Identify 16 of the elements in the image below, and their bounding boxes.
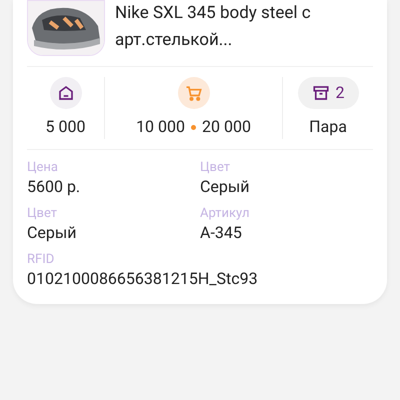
range-from: 10 000 — [136, 116, 185, 138]
unit-label: Пара — [309, 116, 347, 138]
field-label: Цвет — [200, 160, 232, 176]
field-value: А-345 — [200, 222, 243, 244]
field-value: 0102100086656381215H_Stc93 — [27, 268, 259, 290]
stock-count: 5 000 — [46, 116, 86, 138]
range-to: 20 000 — [202, 116, 251, 138]
field-value: Серый — [27, 222, 78, 244]
field-label: Цена — [27, 160, 59, 176]
field-label: Артикул — [200, 206, 250, 222]
product-title: Nike SXL 345 body steel с арт.стелькой... — [115, 2, 312, 52]
field-value: 5600 р. — [27, 176, 82, 198]
pack-count: 2 — [336, 82, 344, 104]
field-label: Цвет — [27, 206, 58, 222]
field-label: RFID — [27, 252, 56, 268]
field-value: Серый — [200, 176, 251, 198]
